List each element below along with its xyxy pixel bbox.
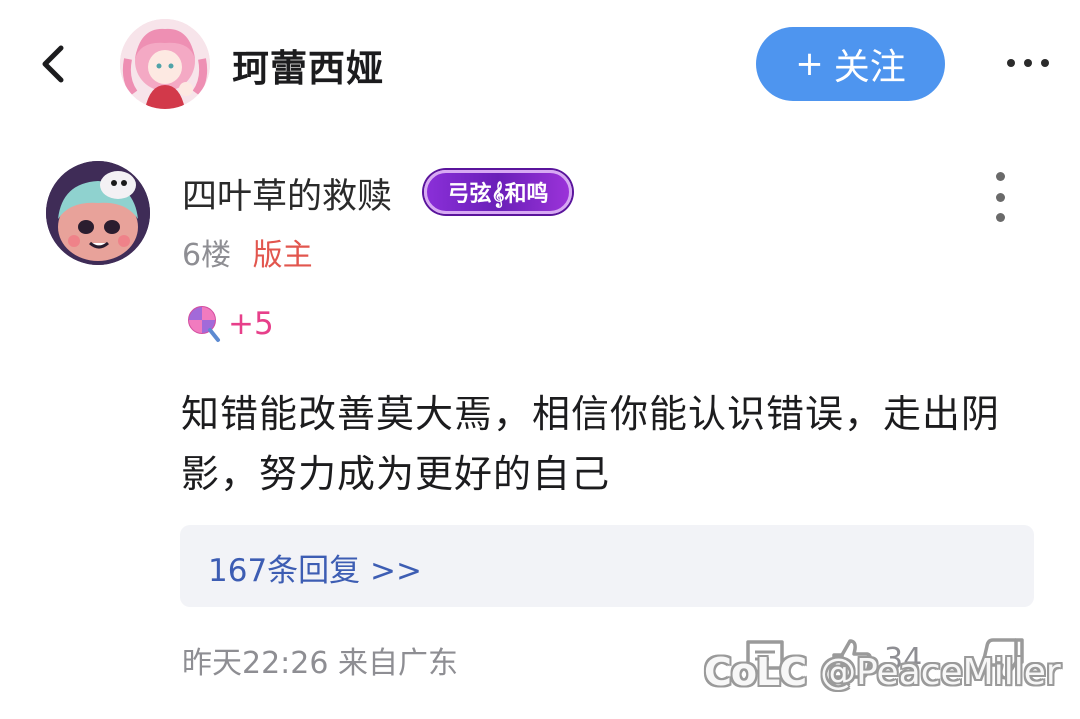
- menu-dot: [995, 192, 1005, 202]
- comment-timestamp: 昨天22:26 来自广东: [182, 646, 458, 681]
- replies-preview[interactable]: 167条回复 >>: [180, 525, 1034, 607]
- top-bar: 珂蕾西娅 + 关注: [0, 0, 1080, 128]
- plus-icon: +: [795, 44, 824, 84]
- comment-meta: 6楼 版主: [182, 230, 313, 274]
- watermark-logo: CoLC: [704, 650, 807, 694]
- gift-display[interactable]: +5: [186, 304, 274, 344]
- fan-level-badge[interactable]: 弓弦𝄞和鸣: [424, 170, 572, 214]
- more-dot: [1007, 59, 1015, 67]
- forum-avatar-image: [120, 19, 210, 109]
- comment-content: 知错能改善莫大焉，相信你能认识错误，走出阴影，努力成为更好的自己: [181, 392, 1001, 496]
- chevron-left-icon: [42, 45, 64, 83]
- more-options-button[interactable]: [998, 48, 1058, 78]
- back-button[interactable]: [30, 42, 74, 86]
- view-replies-link[interactable]: 167条回复 >>: [208, 545, 422, 590]
- menu-dot: [995, 172, 1005, 181]
- comment-more-button[interactable]: [985, 172, 1015, 222]
- more-dot: [1024, 59, 1032, 67]
- comment-username[interactable]: 四叶草的救赎: [182, 168, 392, 219]
- user-avatar-image: [46, 161, 150, 265]
- gift-count: +5: [228, 306, 274, 342]
- follow-label: 关注: [833, 47, 906, 88]
- more-dot: [1041, 59, 1049, 67]
- moderator-tag: 版主: [252, 238, 313, 273]
- floor-number: 6楼: [182, 238, 232, 273]
- watermark: CoLC @PeaceMiller: [704, 650, 1061, 694]
- watermark-handle: @PeaceMiller: [820, 651, 1061, 693]
- forum-avatar[interactable]: [120, 19, 210, 109]
- follow-button[interactable]: + 关注: [756, 27, 945, 101]
- menu-dot: [995, 213, 1005, 222]
- lollipop-icon: [188, 306, 220, 342]
- page-title: 珂蕾西娅: [232, 47, 384, 90]
- user-avatar[interactable]: [46, 161, 150, 265]
